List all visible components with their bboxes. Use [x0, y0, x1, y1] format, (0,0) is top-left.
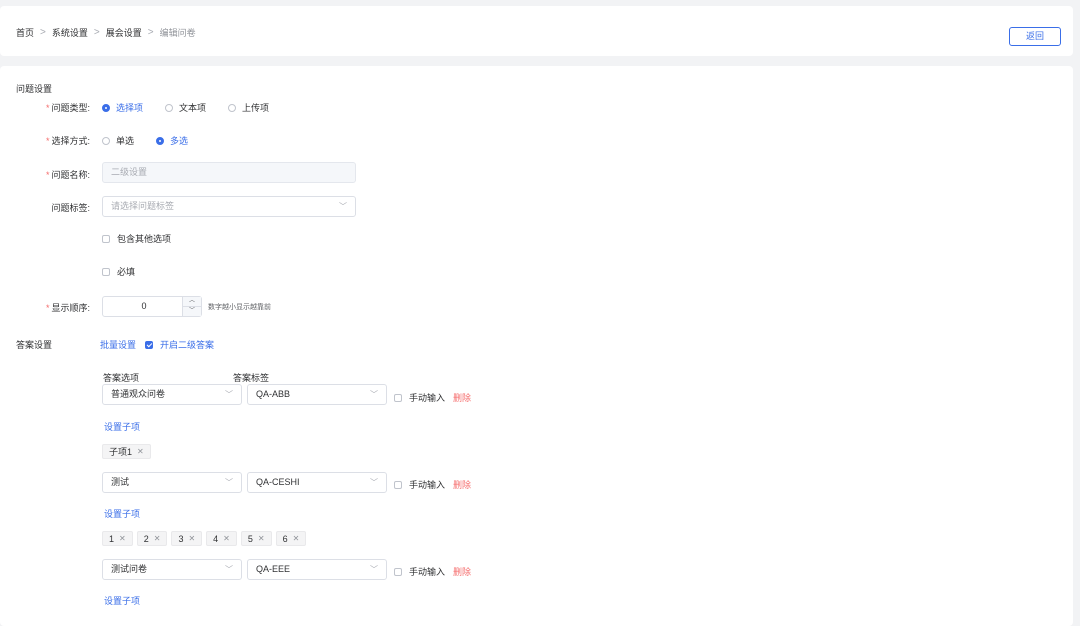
question-name-label: * 问题名称: [45, 170, 90, 180]
child-tag: 2 ✕ [136, 531, 168, 546]
close-icon[interactable]: ✕ [119, 534, 126, 543]
close-icon[interactable]: ✕ [223, 534, 230, 543]
answer-option-value: 普通观众问卷 [111, 389, 166, 399]
question-settings-title: 问题设置 [16, 84, 53, 94]
breadcrumb-separator-icon: > [147, 27, 154, 38]
manual-input-checkbox[interactable]: 手动输入 [394, 478, 445, 491]
answer-option-select[interactable]: 测试 ﹀ [102, 472, 242, 493]
second-level-checkbox[interactable]: 开启二级答案 [145, 338, 214, 351]
checkbox-box-icon [102, 234, 110, 243]
display-order-hint: 数字越小显示越靠前 [208, 304, 271, 311]
chevron-down-icon: ﹀ [225, 565, 233, 574]
radio-text-type[interactable]: 文本项 [165, 101, 206, 114]
chevron-down-icon: ﹀ [370, 478, 378, 487]
required-checkbox[interactable]: 必填 [102, 265, 135, 278]
close-icon[interactable]: ✕ [258, 534, 265, 543]
answer-tag-select[interactable]: QA-CESHI ﹀ [247, 472, 387, 493]
delete-answer-link[interactable]: 删除 [453, 391, 471, 404]
chevron-down-icon: ﹀ [225, 478, 233, 487]
select-mode-radio-group: 单选 多选 [102, 134, 210, 147]
child-tag: 3 ✕ [171, 531, 203, 546]
answer-option-value: 测试问卷 [111, 564, 148, 574]
answer-tag-column-header: 答案标签 [233, 373, 270, 383]
answer-tag-select[interactable]: QA-EEE ﹀ [247, 559, 387, 580]
chevron-down-icon: ﹀ [370, 565, 378, 574]
question-tag-placeholder: 请选择问题标签 [111, 201, 175, 211]
chevron-down-icon: ﹀ [225, 390, 233, 399]
question-tag-select[interactable]: 请选择问题标签 ﹀ [102, 196, 356, 217]
answer-tag-select[interactable]: QA-ABB ﹀ [247, 384, 387, 405]
answer-settings-title: 答案设置 [16, 340, 53, 350]
checkbox-checked-icon [145, 340, 153, 349]
breadcrumb-separator-icon: > [40, 27, 46, 38]
child-tag: 6 ✕ [275, 531, 307, 546]
include-other-checkbox[interactable]: 包含其他选项 [102, 232, 171, 245]
close-icon[interactable]: ✕ [137, 447, 144, 456]
set-children-link[interactable]: 设置子项 [104, 594, 140, 607]
manual-input-checkbox[interactable]: 手动输入 [394, 565, 445, 578]
radio-dot-icon [156, 136, 165, 145]
checkbox-box-icon [394, 393, 402, 402]
chevron-down-icon: ﹀ [370, 390, 378, 399]
answer-option-select[interactable]: 测试问卷 ﹀ [102, 559, 242, 580]
breadcrumb-current: 编辑问卷 [159, 28, 196, 38]
answer-tag-value: QA-ABB [256, 389, 291, 399]
answer-option-value: 测试 [111, 477, 130, 487]
question-type-label: * 问题类型: [45, 103, 90, 113]
caret-up-icon[interactable]: ︿ [183, 297, 201, 307]
manual-input-checkbox[interactable]: 手动输入 [394, 391, 445, 404]
radio-single-select[interactable]: 单选 [102, 134, 134, 147]
radio-dot-icon [102, 136, 110, 145]
display-order-label: * 显示顺序: [45, 303, 90, 313]
child-tag: 4 ✕ [206, 531, 237, 546]
radio-dot-icon [102, 103, 110, 112]
delete-answer-link[interactable]: 删除 [453, 565, 471, 578]
question-tag-label: 问题标签: [51, 203, 90, 213]
breadcrumb-separator-icon: > [93, 27, 100, 38]
select-mode-label: * 选择方式: [45, 136, 90, 146]
close-icon[interactable]: ✕ [293, 534, 300, 543]
set-children-link[interactable]: 设置子项 [104, 420, 140, 433]
answer-option-select[interactable]: 普通观众问卷 ﹀ [102, 384, 242, 405]
radio-choice-type[interactable]: 选择项 [102, 101, 143, 114]
checkbox-box-icon [394, 567, 402, 576]
close-icon[interactable]: ✕ [154, 534, 161, 543]
child-tag: 子项1 ✕ [102, 444, 151, 459]
child-tag: 5 ✕ [240, 531, 272, 546]
radio-dot-icon [228, 103, 237, 112]
display-order-value[interactable]: 0 [103, 297, 185, 316]
breadcrumb-system-settings[interactable]: 系统设置 [52, 26, 88, 39]
batch-settings-link[interactable]: 批量设置 [100, 338, 136, 351]
answer-tag-value: QA-EEE [256, 564, 291, 574]
breadcrumb: 首页 > 系统设置 > 展会设置 > 编辑问卷 [16, 26, 196, 39]
question-name-input[interactable]: 二级设置 [102, 162, 356, 183]
radio-multi-select[interactable]: 多选 [156, 134, 188, 147]
caret-down-icon[interactable]: ﹀ [183, 307, 201, 316]
question-type-radio-group: 选择项 文本项 上传项 [102, 101, 291, 114]
answer-option-column-header: 答案选项 [103, 373, 140, 383]
children-tag-list: 子项1 ✕ [102, 444, 155, 459]
delete-answer-link[interactable]: 删除 [453, 478, 471, 491]
set-children-link[interactable]: 设置子项 [104, 507, 140, 520]
close-icon[interactable]: ✕ [188, 534, 195, 543]
answer-tag-value: QA-CESHI [256, 477, 300, 487]
chevron-down-icon: ﹀ [339, 202, 347, 211]
children-tag-list: 1 ✕ 2 ✕ 3 ✕ 4 ✕ 5 ✕ 6 ✕ [102, 531, 310, 546]
back-button[interactable]: 返回 [1009, 27, 1061, 46]
display-order-stepper[interactable]: 0 ︿ ﹀ [102, 296, 202, 317]
top-bar: 首页 > 系统设置 > 展会设置 > 编辑问卷 返回 [0, 6, 1073, 56]
breadcrumb-home[interactable]: 首页 [16, 26, 34, 39]
child-tag: 1 ✕ [102, 531, 133, 546]
radio-dot-icon [165, 103, 174, 112]
form-panel: 问题设置 * 问题类型: 选择项 文本项 上传项 * 选择方式: 单选 多选 * 问题… [0, 66, 1073, 626]
radio-upload-type[interactable]: 上传项 [228, 101, 269, 114]
checkbox-box-icon [102, 267, 110, 276]
checkbox-box-icon [394, 480, 402, 489]
breadcrumb-expo-settings[interactable]: 展会设置 [106, 26, 142, 39]
